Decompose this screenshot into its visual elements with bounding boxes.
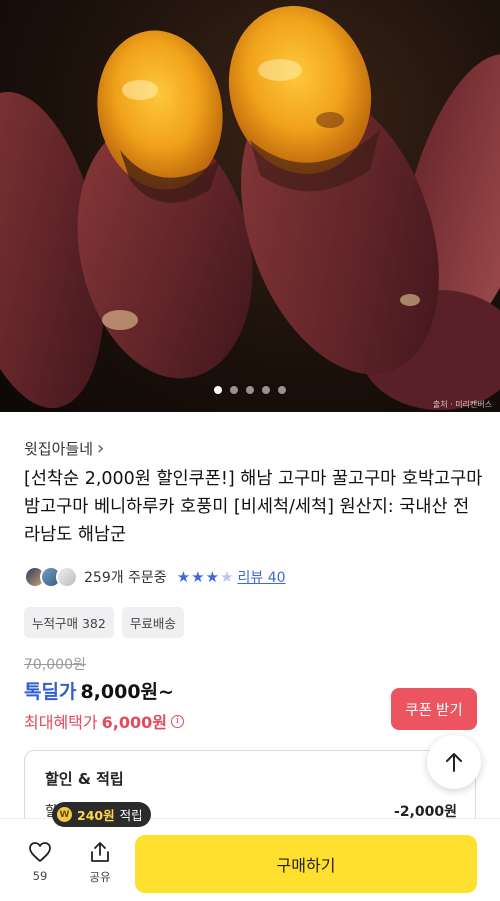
reward-suffix: 적립 [119,808,143,823]
chevron-right-icon: › [97,438,105,459]
star-icon: ★ [176,567,191,586]
star-icon: ★ [205,567,220,586]
product-meta: 259개 주문중 ★ ★ ★ ★ 리뷰 40 [24,566,286,588]
badge-cumulative-purchase: 누적구매 382 [24,607,114,638]
carousel-dot[interactable] [214,386,222,394]
carousel-dot[interactable] [230,386,238,394]
sweet-potato-photo [0,5,500,410]
share-icon [91,842,109,862]
coin-icon: W [57,807,72,822]
star-half-icon: ★ [220,567,234,586]
discount-panel-title: 할인 & 적립 [45,770,124,788]
scroll-top-button[interactable] [427,735,481,789]
get-coupon-button[interactable]: 쿠폰 받기 [391,688,477,730]
buy-button[interactable]: 구매하기 [135,835,477,893]
badge-free-shipping: 무료배송 [121,607,184,638]
avatar [56,566,78,588]
review-link[interactable]: 리뷰 40 [238,567,286,587]
reward-tooltip: W 240원 적립 [52,802,151,827]
carousel-dot[interactable] [262,386,270,394]
product-title: [선착순 2,000원 할인쿠폰!] 해남 고구마 꿀고구마 호박고구마 밤고구… [24,469,483,545]
rating-stars: ★ ★ ★ ★ [176,567,234,586]
reward-amount: 240원 [77,808,115,823]
max-benefit-price: 6,000원 [101,713,167,732]
star-icon: ★ [191,567,205,586]
info-icon[interactable]: i [170,714,184,728]
share-button[interactable]: 공유 [82,841,118,885]
deal-price: 8,000원~ [80,681,174,703]
original-price: 70,000원 [24,657,86,673]
product-badges: 누적구매 382 무료배송 [24,607,184,638]
carousel-indicator[interactable] [0,386,500,394]
max-benefit-label: 최대혜택가 [24,713,98,732]
image-credit: 출처 · 미리캔버스 [432,400,492,409]
arrow-up-icon [446,753,462,772]
bottom-action-bar: 59 공유 구매하기 [0,818,500,901]
carousel-dot[interactable] [278,386,286,394]
deal-price-line: 톡딜가 8,000원~ [24,677,174,704]
store-link[interactable]: 윗집아들네 › [24,438,104,459]
deal-price-label: 톡딜가 [24,681,77,703]
like-count: 59 [32,869,48,883]
max-benefit-line[interactable]: 최대혜택가 6,000원 i [24,709,184,733]
share-label: 공유 [89,870,111,884]
store-name: 윗집아들네 [24,440,94,458]
product-hero-image[interactable]: 출처 · 미리캔버스 [0,0,500,412]
heart-icon [29,842,51,862]
buyer-avatars [24,566,78,588]
like-button[interactable]: 59 [22,841,58,883]
carousel-dot[interactable] [246,386,254,394]
order-count: 259개 주문중 [84,570,167,586]
